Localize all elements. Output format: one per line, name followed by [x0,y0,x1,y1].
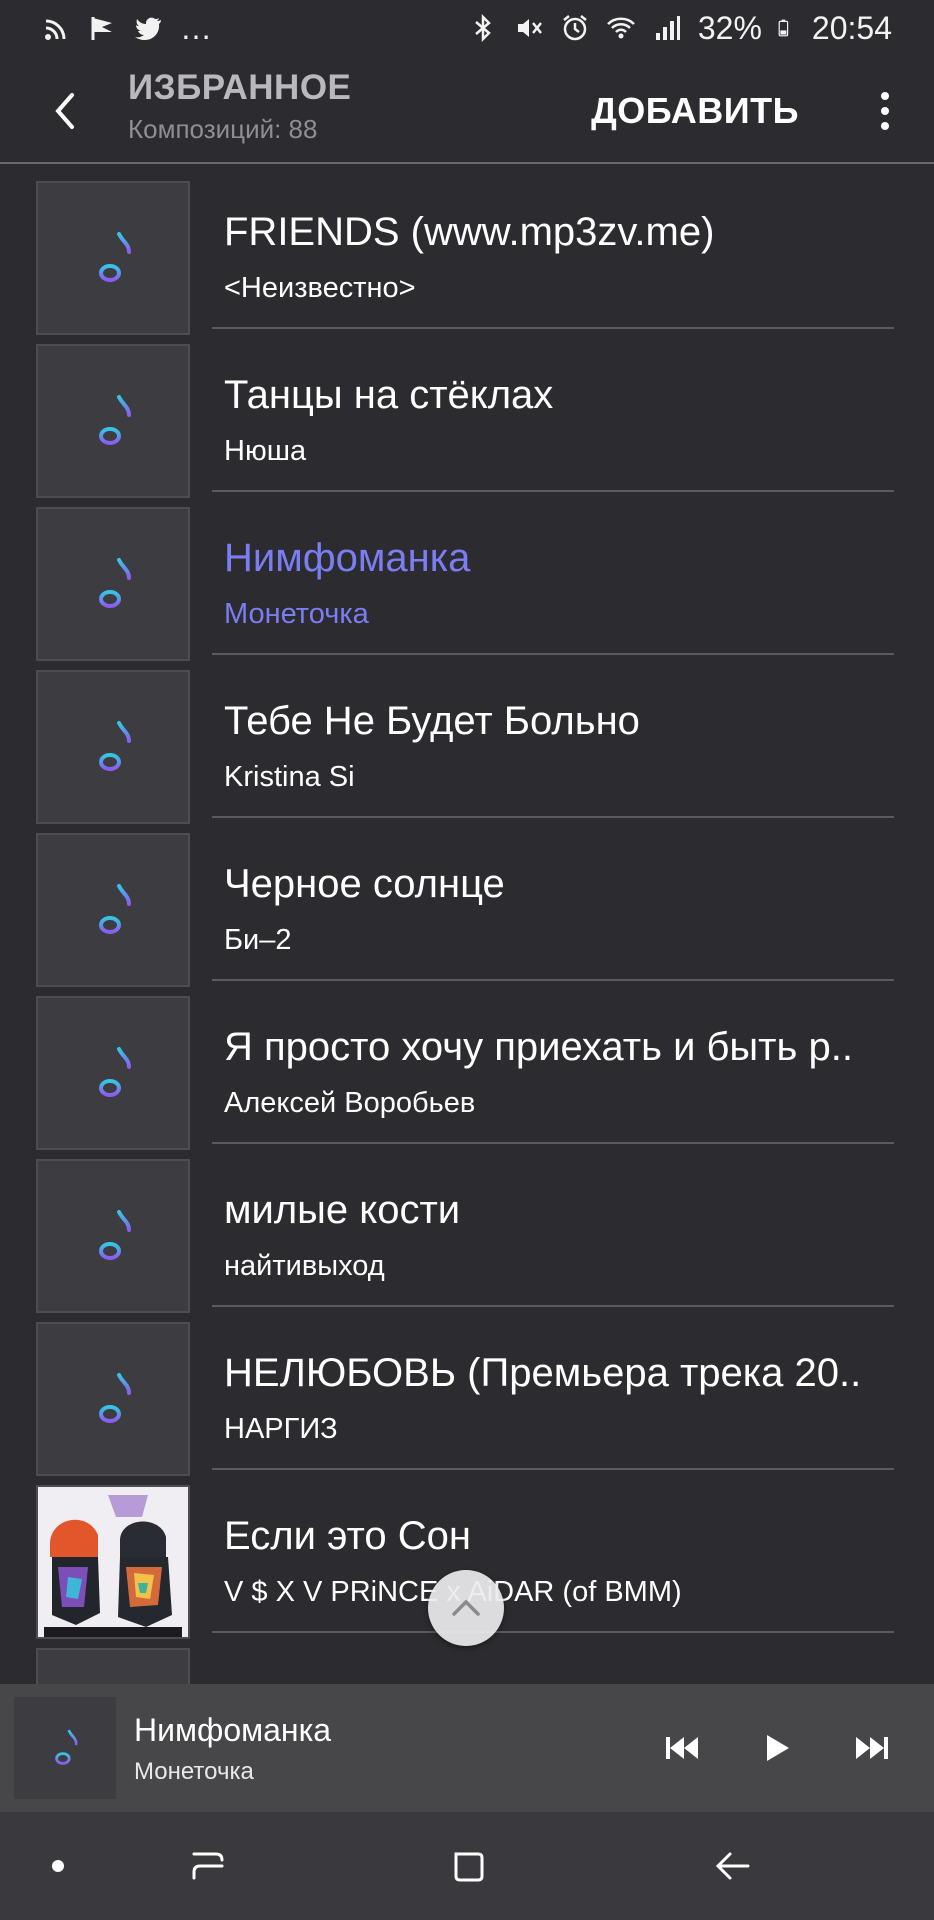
more-dot [881,92,889,100]
music-note-icon [99,558,131,608]
chevron-left-icon [55,93,74,129]
music-note-icon [99,1047,131,1097]
back-arrow-icon [715,1852,750,1880]
skip-previous-icon [666,1737,698,1759]
alarm-icon [563,15,587,41]
track-thumbnail [36,344,190,498]
previous-button[interactable] [656,1722,708,1774]
list-item[interactable]: милые кости найтивыход [0,1142,934,1313]
track-list: FRIENDS (www.mp3zv.me) <Неизвестно> Танц… [0,164,934,1684]
album-cover-art [38,1487,188,1637]
track-title: FRIENDS (www.mp3zv.me) [224,210,715,254]
track-thumbnail [36,181,190,335]
track-title: Танцы на стёклах [224,373,554,417]
track-artist: Kristina Si [224,761,355,793]
track-artist: Монеточка [224,598,369,630]
twitter-icon [135,17,161,40]
track-title: Тебе Не Будет Больно [224,699,640,743]
status-bar: … 32% 20:54 [0,0,934,56]
mini-player[interactable]: Нимфоманка Монеточка [0,1684,934,1812]
track-title: милые кости [224,1188,461,1232]
music-note-icon [99,1373,131,1423]
status-left: … [42,10,214,47]
track-artist: найтивыход [224,1250,385,1282]
more-dot [881,122,889,130]
skip-next-icon [856,1737,888,1759]
back-button[interactable] [40,86,90,136]
home-square-icon [454,1852,484,1882]
music-note-icon [99,1210,131,1260]
track-thumbnail [36,670,190,824]
track-title: Если это Сон [224,1514,472,1558]
rss-icon [45,19,66,40]
title-block: ИЗБРАННОЕ Композиций: 88 [128,68,351,145]
bluetooth-icon [475,13,491,43]
mute-icon [517,19,542,37]
track-title: НЕЛЮБОВЬ (Премьера трека 20.. [224,1351,862,1395]
signal-icon [655,16,680,40]
chevron-up-icon [452,1599,480,1616]
more-dot [881,107,889,115]
track-title: Черное солнце [224,862,505,906]
home-button[interactable] [442,1840,494,1892]
play-icon [767,1735,789,1761]
music-note-icon [99,884,131,934]
list-item[interactable]: Тебе Не Будет Больно Kristina Si [0,653,934,824]
more-options-button[interactable] [870,86,900,136]
now-playing-thumbnail [14,1697,116,1799]
battery-icon [778,19,789,37]
battery-percent: 32% [697,9,762,46]
album-cover [36,1485,190,1639]
flag-icon [91,17,112,40]
music-note-icon [99,232,131,282]
list-item[interactable]: Я просто хочу приехать и быть р.. Алексе… [0,979,934,1150]
more-notifications-indicator: … [180,9,214,46]
list-item-now-playing[interactable]: Нимфоманка Монеточка [0,490,934,661]
play-button[interactable] [752,1722,804,1774]
recent-apps-button[interactable] [182,1840,234,1892]
track-thumbnail [36,1159,190,1313]
track-artist: Би–2 [224,924,292,956]
track-artist: НАРГИЗ [224,1413,338,1445]
status-right: 32% 20:54 [468,10,892,47]
track-count: Композиций: 88 [128,114,318,144]
nav-dot-button[interactable] [32,1840,84,1892]
music-note-icon [99,395,131,445]
track-artist: Алексей Воробьев [224,1087,476,1119]
track-artist: <Неизвестно> [224,272,416,304]
add-button[interactable]: ДОБАВИТЬ [591,90,799,132]
clock: 20:54 [811,9,892,46]
dot-icon [52,1860,64,1872]
track-thumbnail [36,1648,190,1684]
music-note-icon [99,721,131,771]
now-playing-artist: Монеточка [134,1758,254,1785]
track-thumbnail [36,507,190,661]
track-thumbnail [36,1322,190,1476]
next-button[interactable] [846,1722,898,1774]
list-item[interactable]: НЕЛЮБОВЬ (Премьера трека 20.. НАРГИЗ [0,1305,934,1476]
screen: … 32% 20:54 ИЗБРАННОЕ Композиций: 88 ДОБ… [0,0,934,1920]
page-title: ИЗБРАННОЕ [128,68,352,107]
list-item[interactable]: FRIENDS (www.mp3zv.me) <Неизвестно> [0,164,934,335]
track-thumbnail [36,996,190,1150]
recent-apps-icon [192,1852,224,1880]
now-playing-title: Нимфоманка [134,1712,332,1748]
list-item[interactable]: Черное солнце Би–2 [0,816,934,987]
music-note-icon [55,1729,78,1765]
scroll-to-top-button[interactable] [428,1570,504,1646]
wifi-icon [606,17,635,39]
list-item[interactable]: Танцы на стёклах Нюша [0,327,934,498]
track-title: Я просто хочу приехать и быть р.. [224,1025,853,1069]
track-thumbnail [36,833,190,987]
track-artist: V $ X V PRiNCE x AiDAR (of BMM) [224,1576,682,1608]
system-nav-bar [0,1812,934,1920]
back-nav-button[interactable] [706,1840,758,1892]
track-artist: Нюша [224,435,307,467]
track-title: Нимфоманка [224,536,471,580]
app-bar: ИЗБРАННОЕ Композиций: 88 ДОБАВИТЬ [0,56,934,164]
